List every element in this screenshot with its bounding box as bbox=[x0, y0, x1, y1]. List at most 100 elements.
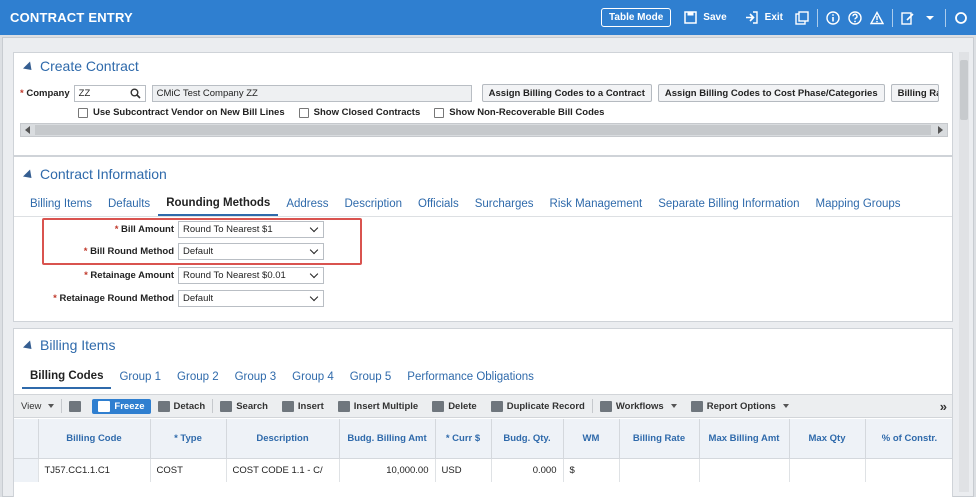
view-menu[interactable]: View bbox=[14, 401, 61, 412]
retainage-round-method-select[interactable]: Default bbox=[178, 290, 324, 307]
table-cell[interactable] bbox=[789, 458, 866, 482]
tab-separate-billing[interactable]: Separate Billing Information bbox=[650, 192, 807, 216]
tab-group-4[interactable]: Group 4 bbox=[284, 365, 342, 389]
column-header[interactable]: WM bbox=[563, 419, 620, 459]
column-header[interactable]: Budg. Billing Amt bbox=[339, 419, 436, 459]
tab-billing-codes[interactable]: Billing Codes bbox=[22, 365, 112, 389]
table-cell[interactable]: 0.000 bbox=[491, 458, 564, 482]
column-header[interactable]: Billing Rate bbox=[619, 419, 700, 459]
table-cell[interactable] bbox=[619, 458, 700, 482]
export-button[interactable] bbox=[62, 400, 88, 412]
tab-officials[interactable]: Officials bbox=[410, 192, 467, 216]
exit-button[interactable]: Exit bbox=[737, 9, 789, 27]
tab-billing-items[interactable]: Billing Items bbox=[22, 192, 100, 216]
tab-defaults[interactable]: Defaults bbox=[100, 192, 158, 216]
freeze-icon bbox=[98, 400, 111, 412]
billing-rates-button[interactable]: Billing Ra bbox=[890, 84, 939, 102]
show-non-recoverable-checkbox[interactable]: Show Non-Recoverable Bill Codes bbox=[434, 107, 604, 118]
checkbox-label: Show Closed Contracts bbox=[313, 107, 421, 118]
billing-items-header[interactable]: Billing Items bbox=[14, 329, 952, 361]
table-cell[interactable]: COST bbox=[150, 458, 227, 482]
assign-billing-codes-contract-button[interactable]: Assign Billing Codes to a Contract bbox=[481, 84, 652, 102]
bill-round-method-select[interactable]: Default bbox=[178, 243, 324, 260]
caret-down-icon bbox=[48, 404, 55, 408]
scroll-right-icon[interactable] bbox=[938, 126, 943, 134]
info-icon[interactable] bbox=[824, 9, 842, 27]
edit-icon[interactable] bbox=[899, 9, 917, 27]
search-button[interactable]: Search bbox=[213, 400, 275, 412]
column-header[interactable]: Billing Code bbox=[38, 419, 151, 459]
insert-multiple-button[interactable]: Insert Multiple bbox=[331, 400, 425, 412]
tab-group-1[interactable]: Group 1 bbox=[111, 365, 169, 389]
tab-group-5[interactable]: Group 5 bbox=[342, 365, 400, 389]
tab-address[interactable]: Address bbox=[278, 192, 336, 216]
tab-description[interactable]: Description bbox=[337, 192, 411, 216]
tab-group-3[interactable]: Group 3 bbox=[227, 365, 285, 389]
exit-label: Exit bbox=[764, 12, 783, 23]
divider bbox=[892, 8, 893, 27]
show-closed-contracts-checkbox[interactable]: Show Closed Contracts bbox=[298, 107, 421, 118]
column-header[interactable]: Budg. Qty. bbox=[491, 419, 564, 459]
scroll-left-icon[interactable] bbox=[25, 126, 30, 134]
column-header[interactable]: % of Constr. bbox=[865, 419, 952, 459]
content-frame: Create Contract * Company ZZ CMiC Test C… bbox=[2, 37, 974, 497]
table-cell[interactable] bbox=[865, 458, 952, 482]
more-button[interactable]: » bbox=[933, 399, 952, 414]
workflows-menu[interactable]: Workflows bbox=[593, 400, 684, 412]
freeze-button[interactable]: Freeze bbox=[92, 398, 151, 414]
vertical-scrollbar[interactable] bbox=[959, 52, 969, 492]
chevron-down-icon[interactable] bbox=[921, 9, 939, 27]
tab-risk-management[interactable]: Risk Management bbox=[542, 192, 651, 216]
column-header[interactable]: Description bbox=[226, 419, 340, 459]
delete-button[interactable]: Delete bbox=[425, 400, 484, 412]
scroll-thumb[interactable] bbox=[960, 60, 968, 120]
column-header[interactable]: * Curr $ bbox=[435, 419, 492, 459]
horizontal-scrollbar[interactable] bbox=[20, 123, 948, 137]
tab-mapping-groups[interactable]: Mapping Groups bbox=[808, 192, 909, 216]
refresh-icon[interactable] bbox=[952, 9, 970, 27]
help-icon[interactable] bbox=[846, 9, 864, 27]
table-cell[interactable] bbox=[699, 458, 790, 482]
documents-icon[interactable] bbox=[793, 9, 811, 27]
select-value: Round To Nearest $1 bbox=[183, 224, 273, 235]
insert-multiple-label: Insert Multiple bbox=[353, 400, 419, 412]
create-contract-header[interactable]: Create Contract bbox=[14, 53, 952, 79]
scroll-thumb[interactable] bbox=[35, 125, 931, 135]
tab-performance-obligations[interactable]: Performance Obligations bbox=[399, 365, 542, 389]
table-row[interactable]: TJ57.CC1.1.C1 COST COST CODE 1.1 - C/ 10… bbox=[14, 458, 952, 482]
column-header[interactable]: Max Qty bbox=[789, 419, 866, 459]
row-selector[interactable] bbox=[14, 458, 39, 482]
contract-information-header[interactable]: Contract Information bbox=[14, 157, 952, 191]
use-subcontract-vendor-checkbox[interactable]: Use Subcontract Vendor on New Bill Lines bbox=[78, 107, 285, 118]
save-button[interactable]: Save bbox=[675, 9, 732, 27]
company-input[interactable]: ZZ bbox=[73, 84, 146, 102]
column-header[interactable]: * Type bbox=[150, 419, 227, 459]
duplicate-record-button[interactable]: Duplicate Record bbox=[484, 400, 592, 412]
table-cell[interactable]: $ bbox=[563, 458, 620, 482]
assign-billing-codes-cost-button[interactable]: Assign Billing Codes to Cost Phase/Categ… bbox=[657, 84, 885, 102]
retainage-round-method-label: * Retainage Round Method bbox=[53, 293, 174, 304]
contract-info-tabs: Billing Items Defaults Rounding Methods … bbox=[22, 192, 909, 216]
tab-group-2[interactable]: Group 2 bbox=[169, 365, 227, 389]
tab-surcharges[interactable]: Surcharges bbox=[467, 192, 542, 216]
header-actions: Table Mode Save Exit bbox=[601, 0, 970, 35]
search-icon bbox=[220, 400, 233, 412]
company-row: * Company ZZ CMiC Test Company ZZ Assign… bbox=[20, 84, 939, 102]
grid-toolbar: View Freeze Detach Search Insert Insert … bbox=[14, 394, 952, 418]
retainage-amount-select[interactable]: Round To Nearest $0.01 bbox=[178, 267, 324, 284]
report-options-menu[interactable]: Report Options bbox=[684, 400, 796, 412]
warning-icon[interactable] bbox=[868, 9, 886, 27]
search-icon[interactable] bbox=[130, 88, 141, 102]
table-cell[interactable]: TJ57.CC1.1.C1 bbox=[38, 458, 151, 482]
bill-amount-select[interactable]: Round To Nearest $1 bbox=[178, 221, 324, 238]
table-cell[interactable]: USD bbox=[435, 458, 492, 482]
create-contract-panel: Create Contract * Company ZZ CMiC Test C… bbox=[13, 52, 953, 156]
column-header[interactable]: Max Billing Amt bbox=[699, 419, 790, 459]
table-cell[interactable]: COST CODE 1.1 - C/ bbox=[226, 458, 340, 482]
insert-button[interactable]: Insert bbox=[275, 400, 331, 412]
table-cell[interactable]: 10,000.00 bbox=[339, 458, 436, 482]
tab-rounding-methods[interactable]: Rounding Methods bbox=[158, 192, 279, 216]
table-mode-button[interactable]: Table Mode bbox=[601, 8, 672, 27]
delete-icon bbox=[432, 400, 445, 412]
detach-button[interactable]: Detach bbox=[151, 400, 213, 412]
